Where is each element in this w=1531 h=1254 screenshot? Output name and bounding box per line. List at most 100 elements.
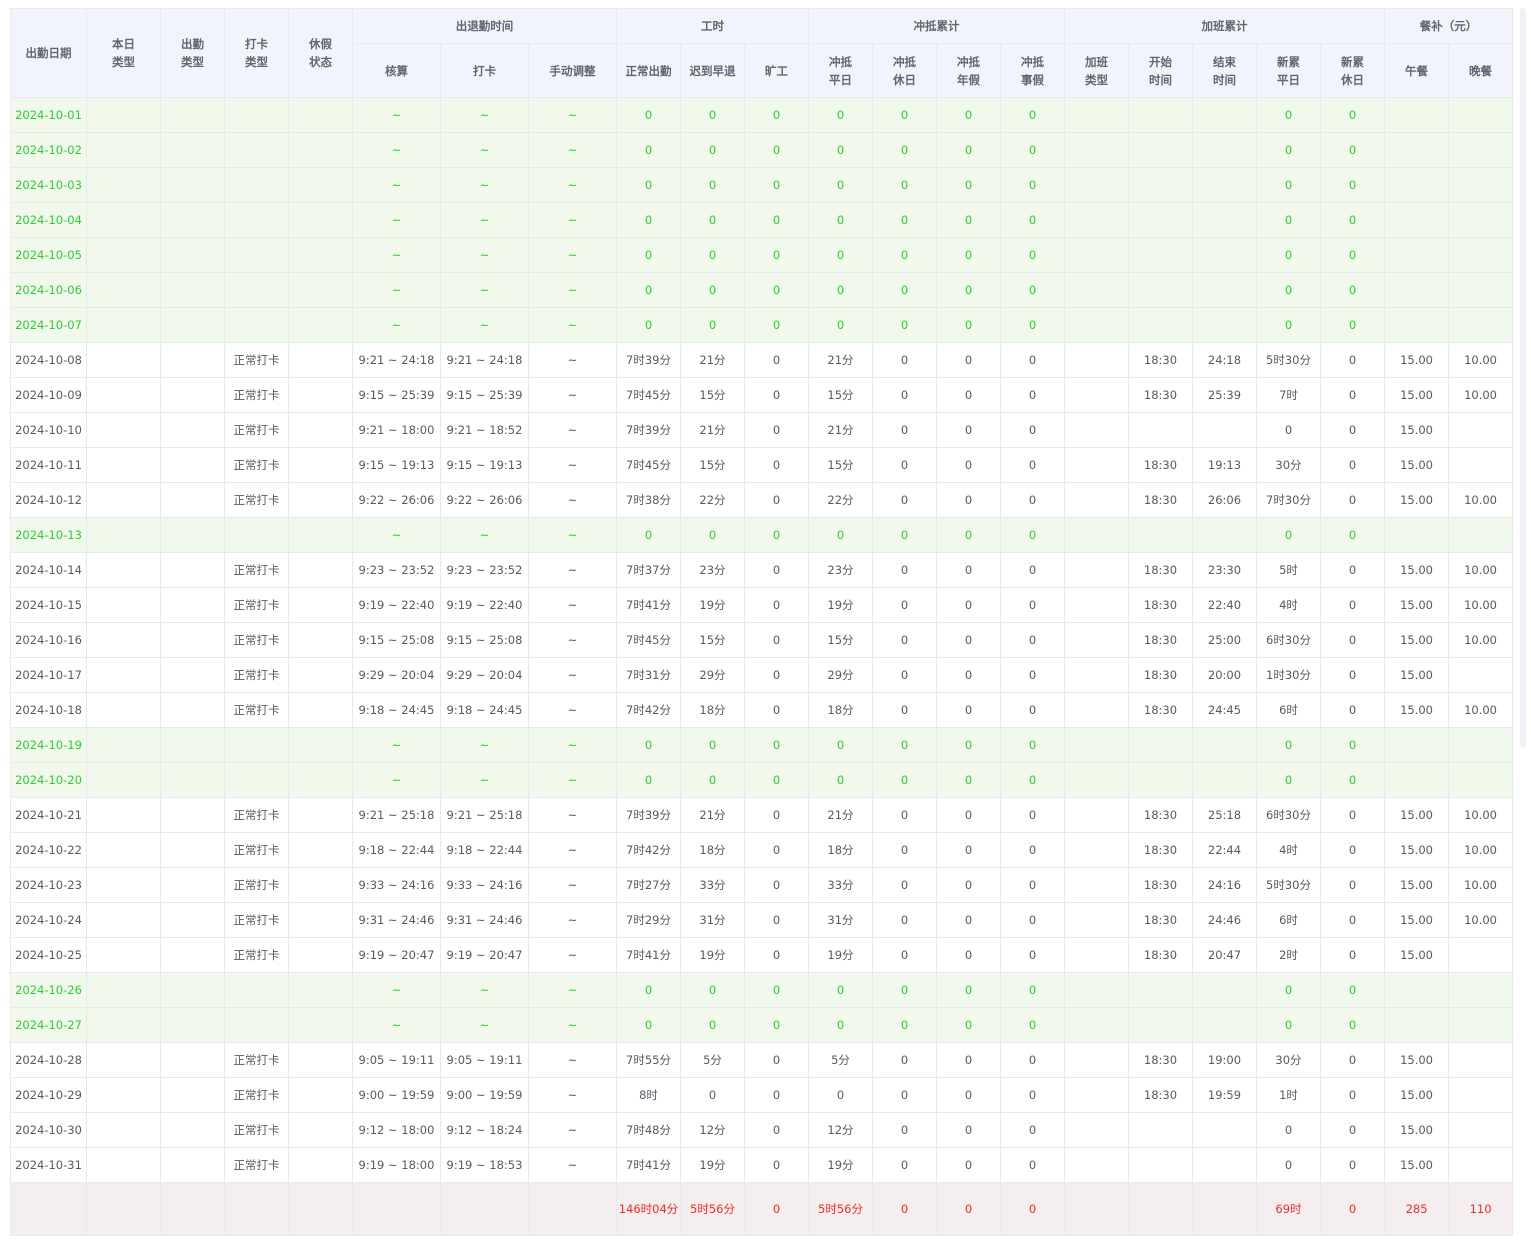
table-cell xyxy=(1064,1112,1129,1148)
col-dinner[interactable]: 晚餐 xyxy=(1448,43,1514,98)
table-cell: 7时39分 xyxy=(616,412,681,448)
table-cell xyxy=(224,132,289,168)
table-row[interactable]: 2024-10-30 正常打卡 9:12 ~ 18:00 9:12 ~ 18:24 ~7… xyxy=(10,1112,1514,1148)
table-cell: 0 xyxy=(744,272,809,308)
col-ot-type[interactable]: 加班 类型 xyxy=(1064,43,1129,98)
table-row[interactable]: 2024-10-13 ~ ~ ~0 0 0 0 0 0 0 0 0 xyxy=(10,517,1514,553)
table-row[interactable]: 2024-10-06 ~ ~ ~0 0 0 0 0 0 0 0 0 xyxy=(10,272,1514,308)
table-row[interactable]: 2024-10-22 正常打卡 9:18 ~ 22:44 9:18 ~ 22:44 ~7… xyxy=(10,832,1514,868)
table-cell xyxy=(288,1147,353,1183)
col-manual[interactable]: 手动调整 xyxy=(528,43,617,98)
table-cell: 18:30 xyxy=(1128,937,1193,973)
table-row[interactable]: 2024-10-12 正常打卡 9:22 ~ 26:06 9:22 ~ 26:06 ~7… xyxy=(10,482,1514,518)
table-cell xyxy=(288,307,353,343)
table-row[interactable]: 2024-10-02 ~ ~ ~0 0 0 0 0 0 0 0 0 xyxy=(10,132,1514,168)
table-row[interactable]: 2024-10-11 正常打卡 9:15 ~ 19:13 9:15 ~ 19:13 ~7… xyxy=(10,447,1514,483)
table-cell: 7时45分 xyxy=(616,377,681,413)
table-row[interactable]: 2024-10-07 ~ ~ ~0 0 0 0 0 0 0 0 0 xyxy=(10,307,1514,343)
table-row[interactable]: 2024-10-16 正常打卡 9:15 ~ 25:08 9:15 ~ 25:08 ~7… xyxy=(10,622,1514,658)
table-row[interactable]: 2024-10-14 正常打卡 9:23 ~ 23:52 9:23 ~ 23:52 ~7… xyxy=(10,552,1514,588)
col-attend-type[interactable]: 出勤 类型 xyxy=(160,8,225,98)
col-ot-start[interactable]: 开始 时间 xyxy=(1128,43,1193,98)
col-date[interactable]: 出勤日期 xyxy=(10,8,87,98)
table-cell: ~ xyxy=(528,517,617,553)
table-cell xyxy=(1064,1147,1129,1183)
col-late[interactable]: 迟到早退 xyxy=(680,43,745,98)
table-cell: 7时45分 xyxy=(616,622,681,658)
table-cell xyxy=(1448,657,1514,693)
table-cell: 9:31 ~ 24:46 xyxy=(352,902,441,938)
table-row[interactable]: 2024-10-31 正常打卡 9:19 ~ 18:00 9:19 ~ 18:53 ~7… xyxy=(10,1147,1514,1183)
col-new-restday[interactable]: 新累 休日 xyxy=(1319,43,1386,98)
table-row[interactable]: 2024-10-23 正常打卡 9:33 ~ 24:16 9:33 ~ 24:16 ~7… xyxy=(10,867,1514,903)
col-absent[interactable]: 旷工 xyxy=(744,43,809,98)
table-row[interactable]: 2024-10-19 ~ ~ ~0 0 0 0 0 0 0 0 0 xyxy=(10,727,1514,763)
table-cell: ~ xyxy=(528,167,617,203)
table-row[interactable]: 2024-10-21 正常打卡 9:21 ~ 25:18 9:21 ~ 25:18 ~7… xyxy=(10,797,1514,833)
table-row[interactable]: 2024-10-18 正常打卡 9:18 ~ 24:45 9:18 ~ 24:45 ~7… xyxy=(10,692,1514,728)
table-row[interactable]: 2024-10-17 正常打卡 9:29 ~ 20:04 9:29 ~ 20:04 ~7… xyxy=(10,657,1514,693)
col-punch-type[interactable]: 打卡 类型 xyxy=(224,8,289,98)
col-new-weekday[interactable]: 新累 平日 xyxy=(1256,43,1321,98)
col-off-weekday[interactable]: 冲抵 平日 xyxy=(808,43,873,98)
table-cell: 9:21 ~ 18:00 xyxy=(352,412,441,448)
col-day-type[interactable]: 本日 类型 xyxy=(86,8,161,98)
table-cell: 24:45 xyxy=(1192,692,1257,728)
table-row[interactable]: 2024-10-10 正常打卡 9:21 ~ 18:00 9:21 ~ 18:52 ~7… xyxy=(10,412,1514,448)
table-cell xyxy=(1128,307,1193,343)
table-row[interactable]: 2024-10-09 正常打卡 9:15 ~ 25:39 9:15 ~ 25:39 ~7… xyxy=(10,377,1514,413)
table-cell xyxy=(86,202,161,238)
col-leave-status[interactable]: 休假 状态 xyxy=(288,8,353,98)
col-lunch[interactable]: 午餐 xyxy=(1384,43,1450,98)
table-cell: 5分 xyxy=(808,1042,873,1078)
col-off-personal[interactable]: 冲抵 事假 xyxy=(1000,43,1065,98)
table-row[interactable]: 2024-10-26 ~ ~ ~0 0 0 0 0 0 0 0 0 xyxy=(10,972,1514,1008)
table-cell: 9:19 ~ 20:47 xyxy=(352,937,441,973)
table-row[interactable]: 2024-10-27 ~ ~ ~0 0 0 0 0 0 0 0 0 xyxy=(10,1007,1514,1043)
table-cell: 9:00 ~ 19:59 xyxy=(352,1077,441,1113)
table-cell: 25:39 xyxy=(1192,377,1257,413)
table-cell: 10.00 xyxy=(1448,482,1514,518)
total-cell: 0 xyxy=(1319,1182,1386,1236)
table-row[interactable]: 2024-10-08 正常打卡 9:21 ~ 24:18 9:21 ~ 24:18 ~7… xyxy=(10,342,1514,378)
table-cell: 0 xyxy=(936,937,1001,973)
table-cell xyxy=(1192,272,1257,308)
table-cell: 15分 xyxy=(808,377,873,413)
table-cell: 0 xyxy=(936,867,1001,903)
table-cell: 15.00 xyxy=(1384,902,1450,938)
table-cell: 0 xyxy=(744,552,809,588)
table-row[interactable]: 2024-10-03 ~ ~ ~0 0 0 0 0 0 0 0 0 xyxy=(10,167,1514,203)
table-row[interactable]: 2024-10-28 正常打卡 9:05 ~ 19:11 9:05 ~ 19:11 ~7… xyxy=(10,1042,1514,1078)
table-cell: 21分 xyxy=(680,797,745,833)
table-row[interactable]: 2024-10-20 ~ ~ ~0 0 0 0 0 0 0 0 0 xyxy=(10,762,1514,798)
table-cell: 9:19 ~ 18:00 xyxy=(352,1147,441,1183)
table-cell: 0 xyxy=(872,657,937,693)
table-cell xyxy=(224,762,289,798)
table-cell: 0 xyxy=(1256,517,1321,553)
table-cell: 0 xyxy=(936,97,1001,133)
table-cell xyxy=(1192,972,1257,1008)
table-row[interactable]: 2024-10-15 正常打卡 9:19 ~ 22:40 9:19 ~ 22:40 ~7… xyxy=(10,587,1514,623)
table-cell: 0 xyxy=(1319,657,1386,693)
table-row[interactable]: 2024-10-24 正常打卡 9:31 ~ 24:46 9:31 ~ 24:46 ~7… xyxy=(10,902,1514,938)
total-cell: 69时 xyxy=(1256,1182,1321,1236)
table-row[interactable]: 2024-10-25 正常打卡 9:19 ~ 20:47 9:19 ~ 20:47 ~7… xyxy=(10,937,1514,973)
col-normal[interactable]: 正常出勤 xyxy=(616,43,681,98)
col-off-annual[interactable]: 冲抵 年假 xyxy=(936,43,1001,98)
table-cell: ~ xyxy=(440,237,529,273)
col-ot-end[interactable]: 结束 时间 xyxy=(1192,43,1257,98)
table-row[interactable]: 2024-10-04 ~ ~ ~0 0 0 0 0 0 0 0 0 xyxy=(10,202,1514,238)
col-punch[interactable]: 打卡 xyxy=(440,43,529,98)
col-off-restday[interactable]: 冲抵 休日 xyxy=(872,43,937,98)
table-cell xyxy=(288,692,353,728)
table-cell: 0 xyxy=(1319,1007,1386,1043)
table-row[interactable]: 2024-10-29 正常打卡 9:00 ~ 19:59 9:00 ~ 19:59 ~8… xyxy=(10,1077,1514,1113)
table-row[interactable]: 2024-10-01 ~ ~ ~0 0 0 0 0 0 0 0 0 xyxy=(10,97,1514,133)
col-calc[interactable]: 核算 xyxy=(352,43,441,98)
table-row[interactable]: 2024-10-05 ~ ~ ~0 0 0 0 0 0 0 0 0 xyxy=(10,237,1514,273)
table-cell: 7时42分 xyxy=(616,692,681,728)
table-cell: ~ xyxy=(440,1007,529,1043)
vertical-scrollbar[interactable] xyxy=(1520,8,1526,748)
table-cell xyxy=(86,1077,161,1113)
table-cell: 24:46 xyxy=(1192,902,1257,938)
